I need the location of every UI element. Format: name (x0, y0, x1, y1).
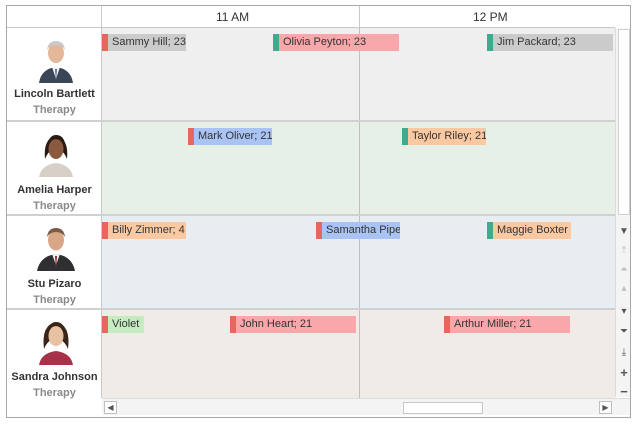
resource-name: Stu Pizaro (27, 278, 82, 290)
avatar (35, 317, 77, 365)
arrow-down-icon[interactable]: ▼ (616, 225, 630, 238)
appointment-label: Samantha Piper (326, 224, 400, 236)
appointment[interactable]: Olivia Peyton; 23 (273, 34, 399, 51)
appointment-label: Billy Zimmer; 4 (112, 224, 185, 236)
corner-cell (7, 6, 102, 28)
add-row-icon[interactable]: + (616, 366, 630, 379)
appointment-label: Violet (112, 318, 140, 330)
vertical-scrollbar[interactable]: ▼ ⤒ ⏶ ▴ ▾ ⏷ ⤓ + − (615, 28, 630, 398)
horizontal-scrollbar[interactable]: ◀ ▶ (102, 398, 615, 415)
appointment-label: Jim Packard; 23 (497, 36, 576, 48)
appointment[interactable]: Mark Oliver; 21 (188, 128, 272, 145)
appointment[interactable]: Billy Zimmer; 4 (102, 222, 186, 239)
hour-gridline (359, 310, 360, 398)
resource-cell-amelia-harper[interactable]: Amelia Harper Therapy (7, 122, 102, 216)
appointment-label: Mark Oliver; 21 (198, 130, 272, 142)
timeline-header: 11 AM 12 PM (102, 6, 615, 28)
resource-name: Amelia Harper (17, 184, 92, 196)
hour-gridline (359, 122, 360, 214)
appointment[interactable]: John Heart; 21 (230, 316, 356, 333)
status-bar (102, 316, 108, 333)
scroll-to-last-icon[interactable]: ⤓ (616, 346, 630, 359)
scheduler: 11 AM 12 PM Lincoln Bartlett Therapy Sam… (6, 5, 631, 418)
appointment[interactable]: Jim Packard; 23 (487, 34, 613, 51)
appointment[interactable]: Sammy Hill; 23 (102, 34, 186, 51)
status-bar (316, 222, 322, 239)
scrollbar-corner (615, 398, 630, 415)
avatar (35, 35, 77, 83)
appointment[interactable]: Violet (102, 316, 144, 333)
scroll-to-first-icon[interactable]: ⤒ (616, 244, 630, 257)
resource-name: Sandra Johnson (11, 371, 98, 383)
appointment-label: Olivia Peyton; 23 (283, 36, 367, 48)
arrow-right-icon[interactable]: ▶ (599, 401, 612, 414)
status-bar (188, 128, 194, 145)
appointment[interactable]: Maggie Boxter (487, 222, 571, 239)
avatar (35, 223, 77, 271)
appointment-label: Maggie Boxter (497, 224, 568, 236)
resource-group: Therapy (33, 387, 76, 399)
resource-group: Therapy (33, 104, 76, 116)
arrow-left-icon[interactable]: ◀ (104, 401, 117, 414)
status-bar (102, 222, 108, 239)
resource-group: Therapy (33, 294, 76, 306)
appointment-label: John Heart; 21 (240, 318, 313, 330)
remove-row-icon[interactable]: − (616, 385, 630, 398)
resource-lane-amelia-harper[interactable]: Mark Oliver; 21 Taylor Riley; 21 (102, 122, 615, 216)
appointment[interactable]: Samantha Piper (316, 222, 400, 239)
status-bar (102, 34, 108, 51)
appointment[interactable]: Taylor Riley; 21 (402, 128, 486, 145)
status-bar (444, 316, 450, 333)
scroll-down-fast-icon[interactable]: ⏷ (616, 325, 630, 338)
resource-lane-stu-pizaro[interactable]: Billy Zimmer; 4 Samantha Piper Maggie Bo… (102, 216, 615, 310)
time-header-12pm: 12 PM (473, 10, 508, 24)
resource-name: Lincoln Bartlett (14, 88, 95, 100)
avatar (35, 129, 77, 177)
appointment[interactable]: Arthur Miller; 21 (444, 316, 570, 333)
resource-lane-lincoln-bartlett[interactable]: Sammy Hill; 23 Olivia Peyton; 23 Jim Pac… (102, 28, 615, 122)
scroll-down-icon[interactable]: ▾ (616, 305, 630, 318)
status-bar (487, 34, 493, 51)
appointment-label: Arthur Miller; 21 (454, 318, 532, 330)
status-bar (230, 316, 236, 333)
time-divider (359, 6, 360, 28)
status-bar (487, 222, 493, 239)
time-header-11am: 11 AM (216, 10, 250, 24)
scroll-up-icon[interactable]: ▴ (616, 282, 630, 295)
resource-cell-sandra-johnson[interactable]: Sandra Johnson Therapy (7, 310, 102, 399)
resource-lane-sandra-johnson[interactable]: Violet John Heart; 21 Arthur Miller; 21 (102, 310, 615, 398)
resource-group: Therapy (33, 200, 76, 212)
status-bar (402, 128, 408, 145)
resource-cell-stu-pizaro[interactable]: Stu Pizaro Therapy (7, 216, 102, 310)
horizontal-scroll-thumb[interactable] (403, 402, 483, 414)
appointment-label: Sammy Hill; 23 (112, 36, 186, 48)
status-bar (273, 34, 279, 51)
appointment-label: Taylor Riley; 21 (412, 130, 486, 142)
vertical-scroll-thumb[interactable] (618, 29, 630, 215)
resource-cell-lincoln-bartlett[interactable]: Lincoln Bartlett Therapy (7, 28, 102, 122)
scroll-up-fast-icon[interactable]: ⏶ (616, 263, 630, 276)
